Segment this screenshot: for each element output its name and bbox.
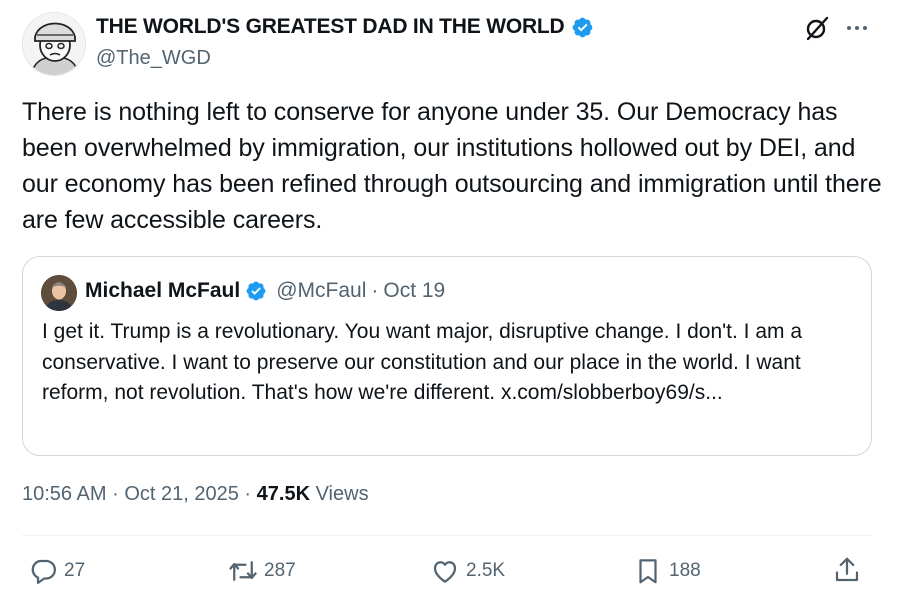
divider	[22, 535, 872, 536]
meta-separator: ·	[112, 483, 119, 505]
author-name-row[interactable]: THE WORLD'S GREATEST DAD IN THE WORLD	[96, 15, 594, 39]
quoted-tweet-card[interactable]: Michael McFaul @McFaul · Oct 19 I get it…	[22, 256, 872, 456]
meta-separator: ·	[244, 483, 252, 505]
quoted-handle[interactable]: @McFaul	[276, 279, 366, 303]
tweet-meta: 10:56 AM · Oct 21, 2025 · 47.5K Views	[22, 483, 369, 506]
reply-icon	[31, 559, 56, 584]
repost-button[interactable]: 287	[228, 556, 296, 586]
quoted-separator: ·	[371, 279, 379, 302]
repost-count: 287	[264, 560, 296, 581]
quoted-header: Michael McFaul @McFaul · Oct 19	[85, 279, 445, 303]
quoted-author-avatar[interactable]	[41, 275, 77, 311]
verified-badge-icon	[572, 17, 592, 37]
bookmark-button[interactable]: 188	[633, 556, 701, 586]
verified-badge-icon	[246, 281, 266, 301]
author-handle[interactable]: @The_WGD	[96, 47, 211, 70]
tweet-time[interactable]: 10:56 AM	[22, 483, 107, 505]
tweet-text: There is nothing left to conserve for an…	[22, 98, 882, 234]
avatar-image	[23, 13, 85, 75]
like-icon	[433, 561, 457, 583]
grok-icon[interactable]	[803, 14, 831, 42]
bookmark-icon	[639, 559, 657, 584]
author-avatar[interactable]	[22, 12, 86, 76]
share-icon	[835, 557, 859, 582]
quoted-avatar-image	[41, 275, 77, 311]
author-display-name[interactable]: THE WORLD'S GREATEST DAD IN THE WORLD	[96, 15, 565, 39]
quoted-display-name[interactable]: Michael McFaul	[85, 279, 240, 303]
like-count: 2.5K	[466, 560, 506, 581]
repost-icon	[229, 561, 257, 581]
reply-count: 27	[64, 560, 86, 581]
like-button[interactable]: 2.5K	[430, 556, 505, 586]
more-icon[interactable]	[842, 14, 872, 42]
reply-button[interactable]: 27	[28, 556, 85, 586]
bookmark-count: 188	[669, 560, 701, 581]
tweet-date[interactable]: Oct 21, 2025	[124, 483, 239, 505]
quoted-date[interactable]: Oct 19	[383, 279, 445, 303]
views-count[interactable]: 47.5K	[257, 483, 310, 505]
quoted-tweet-text: I get it. Trump is a revolutionary. You …	[42, 320, 803, 404]
views-label[interactable]: Views	[316, 483, 369, 505]
share-button[interactable]	[832, 555, 862, 590]
